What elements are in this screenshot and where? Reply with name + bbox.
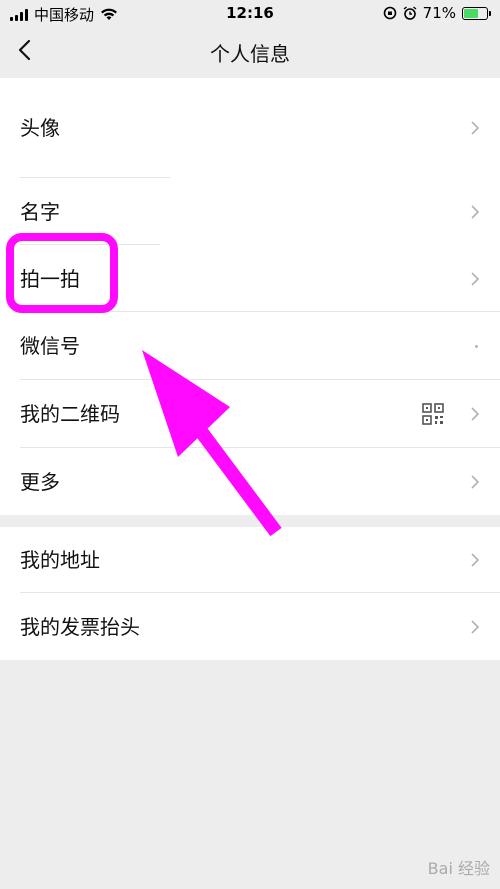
navigation-bar: 个人信息 [0, 26, 500, 78]
battery-icon [462, 6, 491, 20]
chevron-right-icon [471, 553, 480, 567]
chevron-right-icon [471, 121, 480, 135]
status-bar: 中国移动 12:16 71% [0, 0, 500, 26]
row-label: 头像 [20, 116, 60, 140]
orientation-lock-icon [383, 6, 396, 20]
status-right: 71% [383, 4, 491, 22]
row-label: 微信号 [20, 334, 80, 358]
chevron-right-icon [471, 620, 480, 634]
page-title: 个人信息 [210, 42, 290, 66]
row-label: 我的二维码 [20, 402, 120, 426]
row-invoice-title[interactable]: 我的发票抬头 [0, 593, 500, 660]
qr-code-icon [422, 403, 444, 425]
arrow-pointer-icon [142, 350, 282, 537]
wechat-id-value [475, 345, 478, 348]
chevron-right-icon [471, 205, 480, 219]
battery-percent: 71% [422, 4, 456, 22]
address-group: 我的地址 我的发票抬头 [0, 527, 500, 660]
row-label: 我的发票抬头 [20, 615, 140, 639]
highlight-box [6, 233, 118, 313]
row-label: 名字 [20, 200, 60, 224]
row-label: 我的地址 [20, 548, 100, 572]
watermark: Bai 经验 [427, 859, 490, 878]
chevron-right-icon [471, 475, 480, 489]
alarm-icon [403, 6, 417, 20]
chevron-right-icon [471, 407, 480, 421]
row-label: 更多 [20, 470, 60, 494]
row-avatar[interactable]: 头像 [0, 78, 500, 178]
chevron-right-icon [471, 272, 480, 286]
